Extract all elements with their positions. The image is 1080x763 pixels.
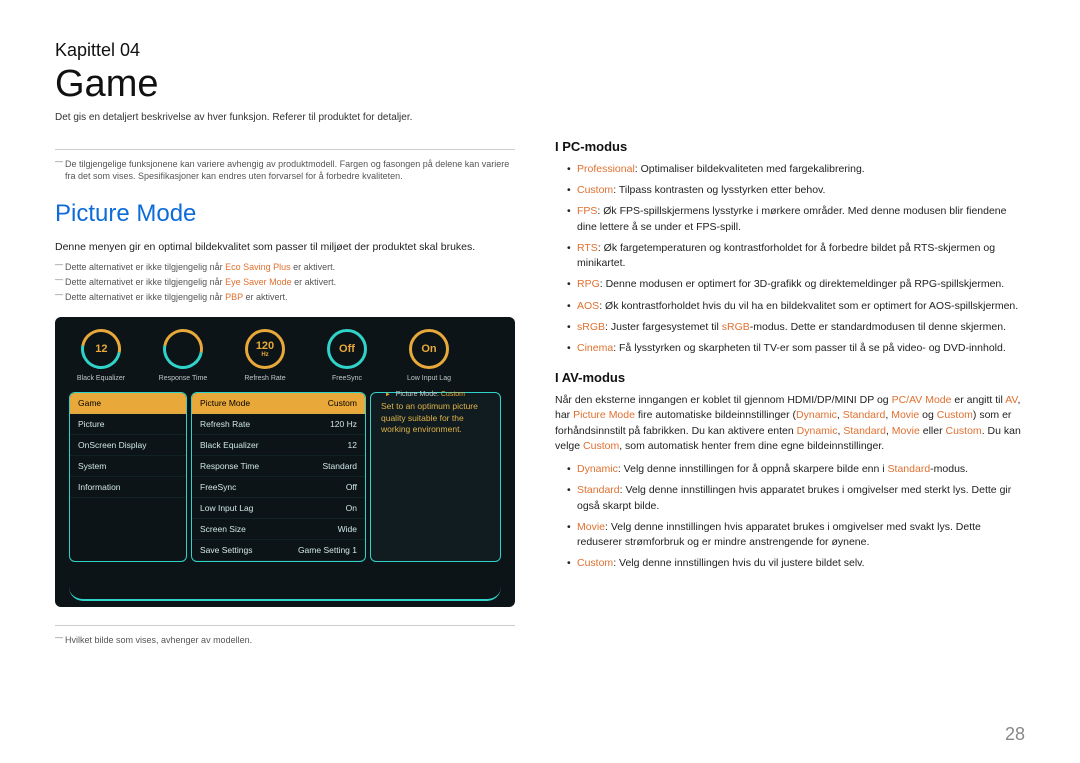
osd-nav-item: System xyxy=(70,456,186,477)
pc-mode-heading: I PC-modus xyxy=(555,139,1025,154)
osd-settings-menu: Picture ModeCustomRefresh Rate120 HzBlac… xyxy=(191,392,366,562)
section-heading: Picture Mode xyxy=(55,200,515,228)
osd-gauge: OnLow Input Lag xyxy=(397,329,461,382)
osd-nav-item: Picture xyxy=(70,414,186,435)
osd-settings-item: Black Equalizer12 xyxy=(192,435,365,456)
list-item: Custom: Velg denne innstillingen hvis du… xyxy=(567,556,1025,571)
osd-settings-item: Picture ModeCustom xyxy=(192,393,365,414)
osd-gauge: OffFreeSync xyxy=(315,329,379,382)
chapter-label: Kapittel 04 xyxy=(55,40,1025,61)
footnote-eco: Dette alternativet er ikke tilgjengelig … xyxy=(55,261,515,273)
osd-picture-mode-indicator: Picture Mode: Custom xyxy=(385,391,465,398)
osd-nav-menu: GamePictureOnScreen DisplaySystemInforma… xyxy=(69,392,187,562)
av-mode-heading: I AV-modus xyxy=(555,370,1025,385)
osd-gauge: 120HzRefresh Rate xyxy=(233,329,297,382)
osd-settings-item: Refresh Rate120 Hz xyxy=(192,414,365,435)
list-item: Cinema: Få lysstyrken og skarpheten til … xyxy=(567,341,1025,356)
osd-nav-item: OnScreen Display xyxy=(70,435,186,456)
av-mode-paragraph: Når den eksterne inngangen er koblet til… xyxy=(555,393,1025,454)
list-item: FPS: Øk FPS-spillskjermens lysstyrke i m… xyxy=(567,204,1025,234)
footnote-pbp: Dette alternativet er ikke tilgjengelig … xyxy=(55,291,515,303)
osd-settings-item: Low Input LagOn xyxy=(192,498,365,519)
page-title: Game xyxy=(55,63,1025,106)
list-item: Standard: Velg denne innstillingen hvis … xyxy=(567,483,1025,513)
osd-settings-item: Response TimeStandard xyxy=(192,456,365,477)
osd-settings-item: Save SettingsGame Setting 1 xyxy=(192,540,365,561)
osd-settings-item: FreeSyncOff xyxy=(192,477,365,498)
page-number: 28 xyxy=(1005,724,1025,745)
osd-gauge: 12Black Equalizer xyxy=(69,329,133,382)
top-footnote: De tilgjengelige funksjonene kan variere… xyxy=(55,158,515,182)
page-subtitle: Det gis en detaljert beskrivelse av hver… xyxy=(55,112,1025,123)
list-item: Professional: Optimaliser bildekvalitete… xyxy=(567,162,1025,177)
footnote-eye: Dette alternativet er ikke tilgjengelig … xyxy=(55,276,515,288)
list-item: Movie: Velg denne innstillingen hvis app… xyxy=(567,520,1025,550)
av-mode-list: Dynamic: Velg denne innstillingen for å … xyxy=(567,462,1025,571)
bottom-footnote: Hvilket bilde som vises, avhenger av mod… xyxy=(55,634,515,646)
osd-description-panel: Set to an optimum picture quality suitab… xyxy=(370,392,501,562)
list-item: RTS: Øk fargetemperaturen og kontrastfor… xyxy=(567,241,1025,271)
intro-text: Denne menyen gir en optimal bildekvalite… xyxy=(55,240,515,255)
list-item: Dynamic: Velg denne innstillingen for å … xyxy=(567,462,1025,477)
pc-mode-list: Professional: Optimaliser bildekvalitete… xyxy=(567,162,1025,356)
osd-settings-item: Screen SizeWide xyxy=(192,519,365,540)
osd-nav-item: Information xyxy=(70,477,186,498)
osd-screenshot: 12Black Equalizer Response Time 120HzRefre… xyxy=(55,317,515,607)
list-item: RPG: Denne modusen er optimert for 3D-gr… xyxy=(567,277,1025,292)
list-item: sRGB: Juster fargesystemet til sRGB-modu… xyxy=(567,320,1025,335)
osd-nav-item: Game xyxy=(70,393,186,414)
list-item: AOS: Øk kontrastforholdet hvis du vil ha… xyxy=(567,299,1025,314)
list-item: Custom: Tilpass kontrasten og lysstyrken… xyxy=(567,183,1025,198)
osd-gauge: Response Time xyxy=(151,329,215,382)
